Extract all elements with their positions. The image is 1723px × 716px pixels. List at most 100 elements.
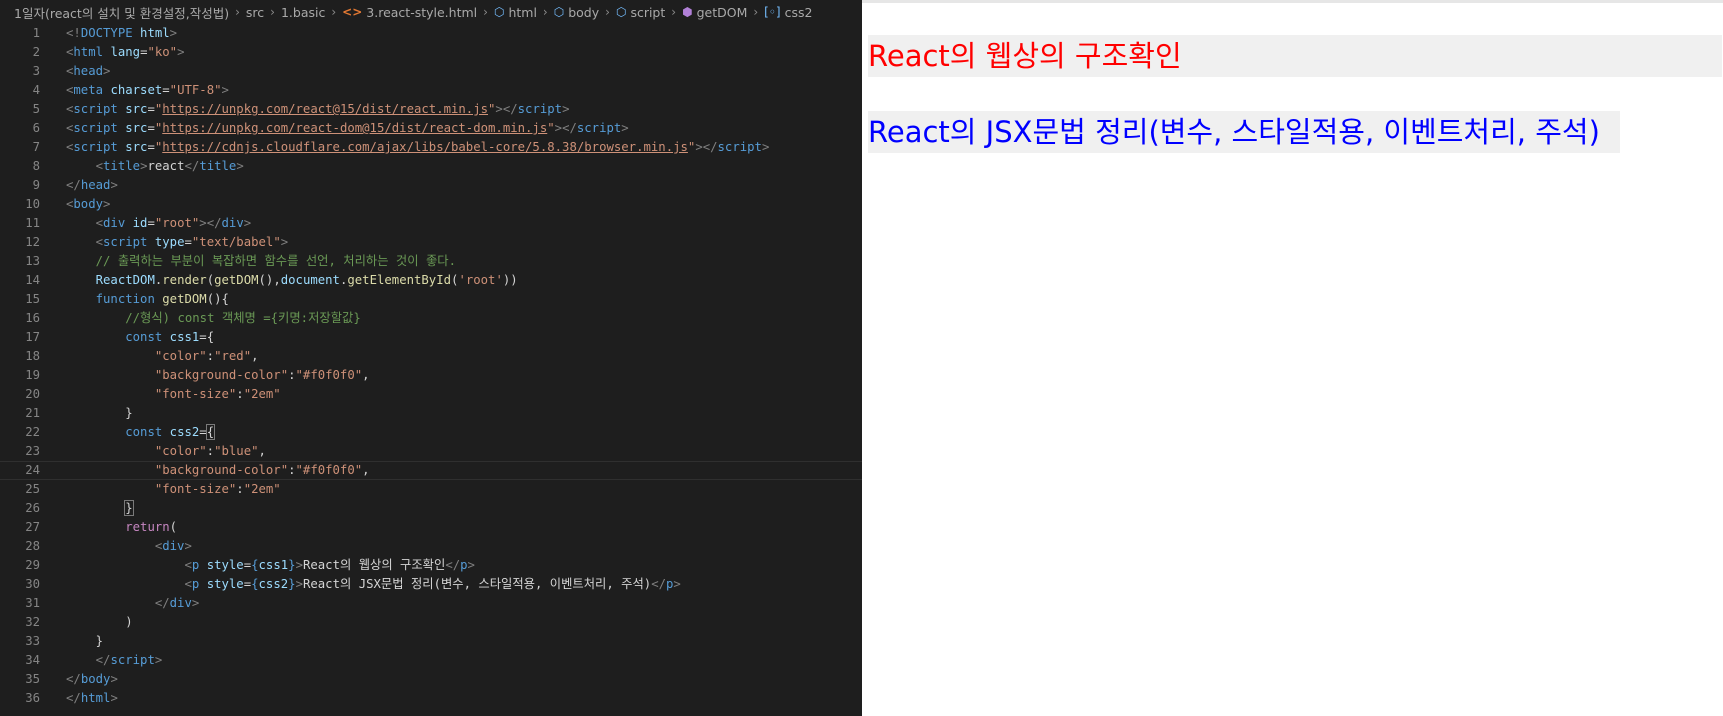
code-line[interactable]: 29 <p style={css1}>React의 웹상의 구조확인</p> xyxy=(0,556,862,575)
line-number: 20 xyxy=(25,387,40,401)
code-line[interactable]: 7 <script src="https://cdnjs.cloudflare.c… xyxy=(0,138,862,157)
line-text: // 출력하는 부분이 복잡하면 함수를 선언, 처리하는 것이 좋다. xyxy=(95,254,456,268)
code-line[interactable]: 14 ReactDOM.render(getDOM(),document.get… xyxy=(0,271,862,290)
code-line[interactable]: 36 </html> xyxy=(0,689,862,708)
code-line[interactable]: 31 </div> xyxy=(0,594,862,613)
line-number: 29 xyxy=(25,558,40,572)
code-line[interactable]: 11 <div id="root"></div> xyxy=(0,214,862,233)
line-number: 1 xyxy=(32,26,40,40)
line-text: </head> xyxy=(66,178,118,192)
line-number: 28 xyxy=(25,539,40,553)
line-text: <script src="https://unpkg.com/react@15/… xyxy=(66,102,570,116)
code-line[interactable]: 30 <p style={css2}>React의 JSX문법 정리(변수, 스… xyxy=(0,575,862,594)
line-number: 19 xyxy=(25,368,40,382)
line-number: 17 xyxy=(25,330,40,344)
breadcrumb-item-folder[interactable]: 1일자(react의 설치 및 환경설정,작성법) xyxy=(14,3,229,22)
code-line[interactable]: 17 const css1={ xyxy=(0,328,862,347)
code-line[interactable]: 10 <body> xyxy=(0,195,862,214)
line-text: function getDOM(){ xyxy=(95,292,229,306)
chevron-right-icon: › xyxy=(542,5,548,19)
code-line[interactable]: 25 "font-size":"2em" xyxy=(0,480,862,499)
code-line[interactable]: 28 <div> xyxy=(0,537,862,556)
line-number: 14 xyxy=(25,273,40,287)
url-link[interactable]: https://cdnjs.cloudflare.com/ajax/libs/b… xyxy=(162,140,688,154)
line-text: "font-size":"2em" xyxy=(154,482,281,496)
code-line[interactable]: 27 return( xyxy=(0,518,862,537)
code-line-current[interactable]: 24 "background-color":"#f0f0f0", xyxy=(0,461,862,480)
breadcrumb-item-css2[interactable]: [◦] css2 xyxy=(764,5,812,20)
breadcrumb-item-src[interactable]: src xyxy=(246,5,264,20)
code-line[interactable]: 2 <html lang="ko"> xyxy=(0,43,862,62)
line-text: <meta charset="UTF-8"> xyxy=(66,83,229,97)
code-line[interactable]: 21 } xyxy=(0,404,862,423)
line-text: <div> xyxy=(154,539,192,553)
code-line[interactable]: 1 <!DOCTYPE html> xyxy=(0,24,862,43)
chevron-right-icon: › xyxy=(753,5,759,19)
chevron-right-icon: › xyxy=(483,5,488,19)
code-line[interactable]: 34 </script> xyxy=(0,651,862,670)
breadcrumb-item-basic[interactable]: 1.basic xyxy=(281,5,325,20)
line-text: <p style={css1}>React의 웹상의 구조확인</p> xyxy=(184,558,475,572)
code-line[interactable]: 23 "color":"blue", xyxy=(0,442,862,461)
line-text: <body> xyxy=(66,197,111,211)
line-number: 8 xyxy=(32,159,40,173)
line-number: 25 xyxy=(25,482,40,496)
code-line[interactable]: 22 const css2={ xyxy=(0,423,862,442)
code-line[interactable]: 35 </body> xyxy=(0,670,862,689)
code-line[interactable]: 6 <script src="https://unpkg.com/react-do… xyxy=(0,119,862,138)
line-number: 12 xyxy=(25,235,40,249)
code-area[interactable]: 1 <!DOCTYPE html> 2 <html lang="ko"> 3 <hea… xyxy=(0,24,862,708)
line-number: 13 xyxy=(25,254,40,268)
breadcrumb-item-script[interactable]: ⬡ script xyxy=(616,5,665,20)
styled-paragraph-red: React의 웹상의 구조확인 xyxy=(868,35,1722,77)
code-line[interactable]: 16 //형식) const 객체명 ={키명:저장할값} xyxy=(0,309,862,328)
line-text: <script src="https://cdnjs.cloudflare.co… xyxy=(66,140,770,154)
code-editor[interactable]: 1일자(react의 설치 및 환경설정,작성법) › src › 1.basi… xyxy=(0,0,862,716)
breadcrumb-item-getdom[interactable]: ⬢ getDOM xyxy=(682,5,747,20)
line-text: const css2={ xyxy=(125,424,216,440)
line-text: } xyxy=(95,634,104,648)
line-number: 4 xyxy=(32,83,40,97)
line-number: 6 xyxy=(32,121,40,135)
code-line[interactable]: 18 "color":"red", xyxy=(0,347,862,366)
breadcrumb-item-file[interactable]: <> 3.react-style.html xyxy=(342,5,477,20)
line-number: 22 xyxy=(25,425,40,439)
code-line[interactable]: 8 <title>react</title> xyxy=(0,157,862,176)
code-line[interactable]: 4 <meta charset="UTF-8"> xyxy=(0,81,862,100)
code-line[interactable]: 12 <script type="text/babel"> xyxy=(0,233,862,252)
code-line[interactable]: 9 </head> xyxy=(0,176,862,195)
line-number: 34 xyxy=(25,653,40,667)
line-number: 30 xyxy=(25,577,40,591)
url-link[interactable]: https://unpkg.com/react-dom@15/dist/reac… xyxy=(162,121,547,135)
code-line[interactable]: 15 function getDOM(){ xyxy=(0,290,862,309)
chevron-right-icon: › xyxy=(605,5,610,19)
code-line[interactable]: 13 // 출력하는 부분이 복잡하면 함수를 선언, 처리하는 것이 좋다. xyxy=(0,252,862,271)
breadcrumb-label: css2 xyxy=(784,4,813,20)
line-text: const css1={ xyxy=(125,330,215,344)
line-text: <!DOCTYPE html> xyxy=(66,26,178,40)
code-line[interactable]: 32 ) xyxy=(0,613,862,632)
line-text: <script src="https://unpkg.com/react-dom… xyxy=(66,121,629,135)
chevron-right-icon: › xyxy=(671,5,677,19)
line-number: 18 xyxy=(25,349,40,363)
line-number: 9 xyxy=(32,178,40,192)
function-icon: ⬢ xyxy=(682,5,693,19)
line-text: </div> xyxy=(154,596,200,610)
line-text: </html> xyxy=(66,691,118,705)
code-line[interactable]: 19 "background-color":"#f0f0f0", xyxy=(0,366,862,385)
code-line[interactable]: 33 } xyxy=(0,632,862,651)
breadcrumb-item-body[interactable]: ⬡ body xyxy=(554,5,599,20)
code-line[interactable]: 26 } xyxy=(0,499,862,518)
url-link[interactable]: https://unpkg.com/react@15/dist/react.mi… xyxy=(162,102,488,116)
variable-icon: [◦] xyxy=(764,5,781,19)
html-file-icon: <> xyxy=(342,5,363,19)
breadcrumb-item-html[interactable]: ⬡ html xyxy=(494,5,537,20)
code-line[interactable]: 5 <script src="https://unpkg.com/react@15… xyxy=(0,100,862,119)
breadcrumb-label: src xyxy=(245,4,265,20)
code-line[interactable]: 20 "font-size":"2em" xyxy=(0,385,862,404)
line-text: <title>react</title> xyxy=(95,159,244,173)
code-line[interactable]: 3 <head> xyxy=(0,62,862,81)
breadcrumb-label: html xyxy=(508,4,537,20)
line-text: //형식) const 객체명 ={키명:저장할값} xyxy=(125,311,361,325)
line-text: <script type="text/babel"> xyxy=(95,235,289,249)
